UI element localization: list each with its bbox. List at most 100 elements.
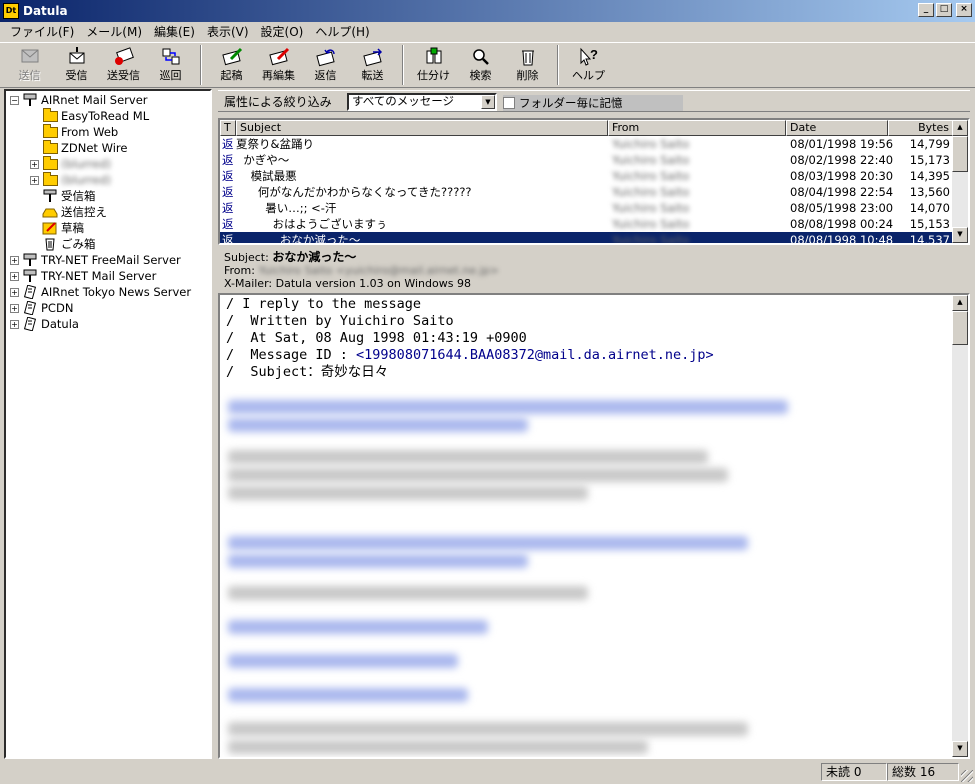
row-subject: 暑い…;; <-汗 [236,201,337,215]
maximize-button[interactable]: □ [936,3,952,17]
expand-icon[interactable]: + [10,255,19,265]
remember-per-folder-checkbox[interactable]: フォルダー毎に記憶 [503,95,683,111]
tree-item-easytoread[interactable]: EasyToRead ML [6,107,210,124]
expand-icon[interactable]: + [10,271,19,281]
close-button[interactable]: × [956,3,972,17]
tree-item-datula[interactable]: + Datula [6,316,210,332]
expand-icon[interactable]: + [10,319,19,329]
menu-view[interactable]: 表示(V) [201,23,255,40]
search-button[interactable]: 検索 [457,43,504,87]
list-header: T Subject From Date Bytes [220,120,968,136]
compose-button[interactable]: 起稿 [208,43,255,87]
sort-button[interactable]: 仕分け [410,43,457,87]
toolbar-separator [557,45,559,85]
table-row[interactable]: 返 おなか減った～ Yuichiro Saito 08/08/1998 10:48 1… [220,232,968,245]
table-row[interactable]: 返 かぎや～ Yuichiro Saito 08/02/1998 22:40 15,1… [220,152,968,168]
tree-item-trash[interactable]: ごみ箱 [6,236,210,252]
table-row[interactable]: 返夏祭り&盆踊り Yuichiro Saito 08/01/1998 19:56 14… [220,136,968,152]
menu-edit[interactable]: 編集(E) [148,23,201,40]
tree-item-trynet-mail[interactable]: + TRY-NET Mail Server [6,268,210,284]
row-type: 返 [222,233,234,245]
tree-item-airnet-news[interactable]: + AIRnet Tokyo News Server [6,284,210,300]
expand-icon[interactable]: + [10,287,19,297]
col-header-type[interactable]: T [220,120,236,136]
row-bytes: 15,153 [909,217,950,231]
row-date: 08/02/1998 22:40 [790,153,894,167]
send-button[interactable]: 送信 [6,43,53,87]
col-header-from[interactable]: From [608,120,786,136]
send-receive-button[interactable]: 送受信 [100,43,147,87]
filter-bar: 属性による絞り込み すべてのメッセージ ▼ フォルダー毎に記憶 [218,90,970,112]
news-server-icon [22,301,38,315]
tree-item-pcdn[interactable]: + PCDN [6,300,210,316]
unread-count: 未読 0 [821,763,887,781]
scroll-down-icon[interactable]: ▼ [952,227,968,243]
tree-item-airnet-mail-server[interactable]: − AIRnet Mail Server [6,92,210,108]
message-body[interactable]: / I reply to the message / Written by Yui… [218,293,970,759]
filter-select[interactable]: すべてのメッセージ ▼ [347,93,497,111]
tree-item-blurred-folder[interactable]: + (blurred) [6,155,210,172]
expand-icon[interactable]: + [10,303,19,313]
menu-mail[interactable]: メール(M) [80,23,148,40]
delete-button[interactable]: 削除 [504,43,551,87]
title-bar: Dt Datula _ □ × [0,0,975,22]
menu-bar: ファイル(F) メール(M) 編集(E) 表示(V) 設定(O) ヘルプ(H) [0,22,975,41]
tree-item-blurred-folder[interactable]: + (blurred) [6,171,210,188]
from-label: From: [224,264,255,277]
row-from: Yuichiro Saito [612,185,690,199]
row-bytes: 15,173 [909,153,950,167]
list-scrollbar[interactable]: ▲ ▼ [952,120,968,243]
help-button[interactable]: ? ヘルプ [565,43,612,87]
col-header-date[interactable]: Date [786,120,888,136]
minimize-button[interactable]: _ [918,3,934,17]
tree-item-from-web[interactable]: From Web [6,123,210,140]
menu-file[interactable]: ファイル(F) [4,23,80,40]
trash-icon [42,237,58,251]
table-row[interactable]: 返 暑い…;; <-汗 Yuichiro Saito 08/05/1998 23:0… [220,200,968,216]
row-from: Yuichiro Saito [612,217,690,231]
tree-item-inbox[interactable]: 受信箱 [6,188,210,204]
row-date: 08/03/1998 20:30 [790,169,894,183]
resize-grip-icon[interactable] [961,770,973,782]
checkbox-box[interactable] [503,97,515,109]
col-header-subject[interactable]: Subject [236,120,608,136]
compose-icon [220,46,244,68]
scroll-thumb[interactable] [952,136,968,172]
table-row[interactable]: 返 おはようございますぅ Yuichiro Saito 08/08/1998 00:… [220,216,968,232]
window-title: Datula [23,4,68,18]
preview-xmailer: Datula version 1.03 on Windows 98 [275,277,471,290]
receive-button[interactable]: 受信 [53,43,100,87]
svg-text:?: ? [590,47,598,62]
table-row[interactable]: 返 模試最悪 Yuichiro Saito 08/03/1998 20:30 14,3… [220,168,968,184]
folder-icon [42,107,58,123]
patrol-button[interactable]: 巡回 [147,43,194,87]
body-scrollbar[interactable]: ▲ ▼ [952,295,968,757]
col-header-bytes[interactable]: Bytes [888,120,954,136]
expand-icon[interactable]: + [30,175,39,185]
tree-item-zdnet-wire[interactable]: ZDNet Wire [6,139,210,156]
scroll-thumb[interactable] [952,311,968,345]
tree-item-drafts[interactable]: 草稿 [6,220,210,236]
reply-button[interactable]: 返信 [302,43,349,87]
collapse-icon[interactable]: − [10,95,19,105]
filter-select-value: すべてのメッセージ [352,94,455,108]
row-from: Yuichiro Saito [612,137,690,151]
tree-item-trynet-freemail[interactable]: + TRY-NET FreeMail Server [6,252,210,268]
chevron-down-icon[interactable]: ▼ [481,95,495,109]
table-row[interactable]: 返 何がなんだかわからなくなってきた????? Yuichiro Saito 08/… [220,184,968,200]
scroll-up-icon[interactable]: ▲ [952,295,968,311]
message-id-link[interactable]: <199808071644.BAA08372@mail.da.airnet.ne… [356,347,714,363]
scroll-down-icon[interactable]: ▼ [952,741,968,757]
reedit-button[interactable]: 再編集 [255,43,302,87]
menu-help[interactable]: ヘルプ(H) [309,23,375,40]
list-rows: 返夏祭り&盆踊り Yuichiro Saito 08/01/1998 19:56 14… [220,136,968,245]
row-date: 08/04/1998 22:54 [790,185,894,199]
scroll-up-icon[interactable]: ▲ [952,120,968,136]
preview-from: Yuichiro Saito <yuichiro@mail.airnet.ne.… [258,264,499,277]
row-type: 返 [222,201,234,215]
forward-button[interactable]: 転送 [349,43,396,87]
expand-icon[interactable]: + [30,159,39,169]
server-icon [22,269,38,283]
tree-item-sent[interactable]: 送信控え [6,204,210,220]
menu-settings[interactable]: 設定(O) [255,23,310,40]
